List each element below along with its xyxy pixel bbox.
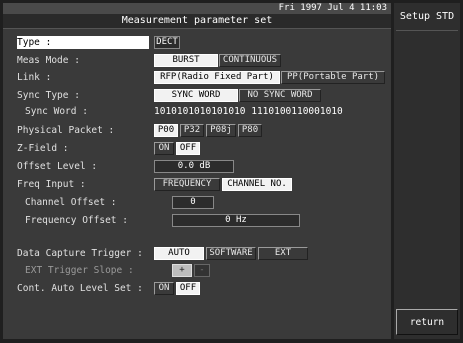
sync-word-label: Sync Word : (25, 106, 88, 117)
zfield-on-button[interactable]: ON (154, 142, 174, 155)
auto-level-on-button[interactable]: ON (154, 282, 174, 295)
softkey-panel: Setup STD return (394, 3, 460, 339)
frequency-offset-field[interactable]: 0 Hz (172, 214, 300, 227)
page-title: Measurement parameter set (3, 14, 391, 29)
offset-level-field[interactable]: 0.0 dB (154, 160, 234, 173)
channel-offset-field[interactable]: 0 (172, 196, 214, 209)
link-label: Link : (17, 72, 52, 83)
packet-p32-button[interactable]: P32 (180, 124, 204, 137)
meas-mode-label: Meas Mode : (17, 55, 80, 66)
frequency-offset-label: Frequency Offset : (25, 215, 128, 226)
packet-p80-button[interactable]: P80 (238, 124, 262, 137)
capture-trigger-label: Data Capture Trigger : (17, 248, 143, 259)
link-rfp-button[interactable]: RFP(Radio Fixed Part) (154, 71, 280, 84)
channel-offset-label: Channel Offset : (25, 197, 117, 208)
datetime: Fri 1997 Jul 4 11:03 (3, 3, 391, 14)
packet-p00-button[interactable]: P00 (154, 124, 178, 137)
ext-slope-plus-button[interactable]: + (172, 264, 192, 277)
physical-packet-label: Physical Packet : (17, 125, 115, 136)
freq-input-channel-button[interactable]: CHANNEL NO. (222, 178, 292, 191)
trigger-ext-button[interactable]: EXT (258, 247, 308, 260)
meas-mode-burst-button[interactable]: BURST (154, 54, 218, 67)
no-sync-word-button[interactable]: NO SYNC WORD (239, 89, 321, 102)
side-divider (396, 30, 458, 31)
zfield-off-button[interactable]: OFF (176, 142, 200, 155)
auto-level-label: Cont. Auto Level Set : (17, 283, 143, 294)
trigger-software-button[interactable]: SOFTWARE (206, 247, 256, 260)
sync-word-value[interactable]: 1010101010101010 1110100110001010 (154, 105, 343, 118)
meas-mode-continuous-button[interactable]: CONTINUOUS (219, 54, 281, 67)
packet-p08j-button[interactable]: P08j (206, 124, 236, 137)
freq-input-frequency-button[interactable]: FREQUENCY (154, 178, 220, 191)
offset-level-label: Offset Level : (17, 161, 98, 172)
sync-word-button[interactable]: SYNC WORD (154, 89, 238, 102)
type-label[interactable]: Type : (17, 36, 149, 49)
trigger-auto-button[interactable]: AUTO (154, 247, 204, 260)
return-button[interactable]: return (396, 309, 458, 335)
zfield-label: Z-Field : (17, 143, 69, 154)
side-panel-title: Setup STD (399, 11, 455, 22)
ext-slope-minus-button[interactable]: - (194, 264, 210, 277)
auto-level-off-button[interactable]: OFF (176, 282, 200, 295)
link-pp-button[interactable]: PP(Portable Part) (281, 71, 385, 84)
freq-input-label: Freq Input : (17, 179, 86, 190)
main-panel: Fri 1997 Jul 4 11:03 Measurement paramet… (3, 3, 391, 339)
sync-type-label: Sync Type : (17, 90, 80, 101)
type-value[interactable]: DECT (154, 36, 180, 49)
ext-slope-label: EXT Trigger Slope : (25, 265, 134, 276)
